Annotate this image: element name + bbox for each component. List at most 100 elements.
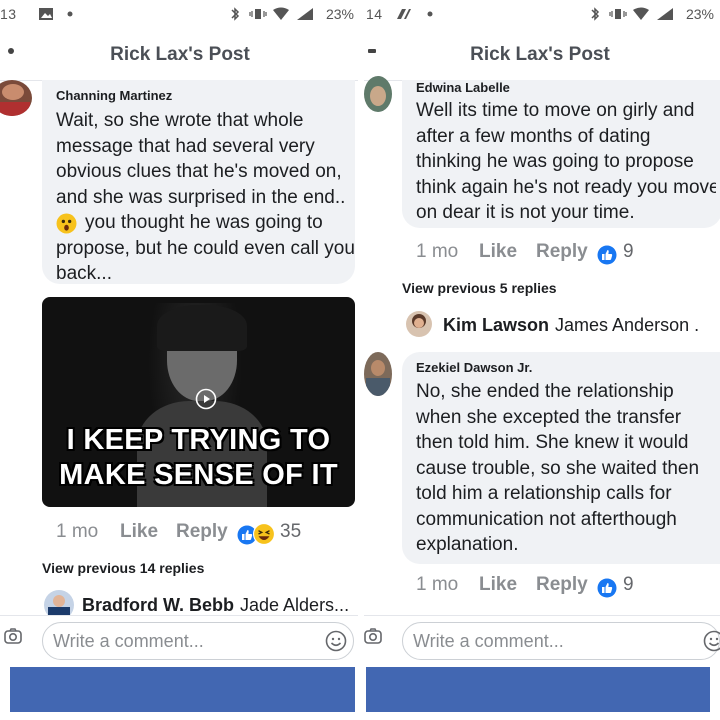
- comment-input[interactable]: Write a comment...: [402, 622, 720, 660]
- comment-line: after a few months of dating: [416, 125, 651, 147]
- gif-caption-line2: MAKE SENSE OF IT: [59, 459, 338, 491]
- comment-text: Wait, so she wrote that whole message th…: [56, 108, 355, 287]
- avatar[interactable]: [0, 80, 32, 116]
- status-bar: 14 23%: [360, 0, 720, 30]
- battery-percent: 23%: [685, 6, 714, 22]
- comment-age: 1 mo: [416, 574, 459, 595]
- bottom-brand-bar: [10, 667, 355, 712]
- bluetooth-icon: [231, 7, 240, 21]
- camera-icon[interactable]: [364, 628, 382, 644]
- comment-line: told him a relationship calls for: [416, 483, 672, 504]
- comment-input[interactable]: Write a comment...: [42, 622, 354, 660]
- comment-bubble[interactable]: Edwina Labelle Well its time to move on …: [402, 80, 720, 228]
- avatar[interactable]: [406, 311, 432, 337]
- comment-line: Wait, so she wrote that whole: [56, 110, 304, 131]
- page-title: Rick Lax's Post: [470, 44, 610, 65]
- play-icon[interactable]: [195, 388, 217, 410]
- emoji-icon[interactable]: [325, 630, 347, 652]
- bluetooth-icon: [591, 7, 600, 21]
- post-header: Rick Lax's Post: [0, 36, 360, 81]
- comment-age: 1 mo: [416, 241, 459, 262]
- gif-caption-line1: I KEEP TRYING TO: [66, 424, 331, 456]
- data-saver-icon: [397, 9, 411, 19]
- comment-line: you thought he was going to: [85, 212, 323, 233]
- avatar[interactable]: [364, 76, 392, 112]
- reply-button[interactable]: Reply: [176, 521, 228, 543]
- reply-author[interactable]: Bradford W. Bebb: [82, 595, 234, 615]
- page-title: Rick Lax's Post: [110, 44, 250, 65]
- wifi-icon: [273, 7, 289, 20]
- comment-line: communication not afterthough: [416, 508, 677, 530]
- reply-mention: James Anderson .: [555, 315, 700, 335]
- view-previous-replies[interactable]: View previous 5 replies: [402, 280, 557, 296]
- post-header: Rick Lax's Post: [360, 36, 720, 81]
- astonished-face-icon: [56, 213, 77, 234]
- comment-composer: Write a comment...: [0, 615, 360, 666]
- comment-line: thinking he was going to propose: [416, 151, 694, 172]
- comment-placeholder: Write a comment...: [53, 631, 204, 651]
- dot-icon: [427, 11, 433, 17]
- comment-line: propose, but he could even call you: [56, 237, 355, 259]
- reply-preview[interactable]: Bradford W. Bebb Jade Alders...: [82, 595, 352, 616]
- comment-actions: 1 mo Like Reply 9: [416, 241, 716, 267]
- dot-icon: [67, 11, 73, 17]
- comment-actions: 1 mo Like Reply 35: [56, 521, 356, 547]
- avatar[interactable]: [364, 352, 392, 396]
- panel-divider: [358, 0, 364, 720]
- comment-author[interactable]: Channing Martinez: [56, 88, 172, 103]
- status-time: 13: [0, 6, 17, 22]
- bottom-brand-bar: [366, 667, 710, 712]
- wifi-icon: [633, 7, 649, 20]
- reaction-count[interactable]: 35: [280, 521, 301, 543]
- comment-line: cause trouble, so she waited then: [416, 457, 700, 479]
- comment-line: then told him. She knew it would: [416, 432, 689, 453]
- reaction-count[interactable]: 9: [623, 241, 634, 263]
- like-reaction-icon: [597, 245, 617, 265]
- reply-button[interactable]: Reply: [536, 241, 588, 263]
- comment-line: Well its time to move on girly and: [416, 100, 695, 121]
- comment-bubble[interactable]: Channing Martinez Wait, so she wrote tha…: [42, 80, 355, 284]
- status-time: 14: [366, 6, 383, 22]
- comment-line: obvious clues that he's moved on,: [56, 161, 342, 182]
- comment-line: back...: [56, 263, 112, 284]
- comment-line: message that had several very: [56, 135, 315, 157]
- camera-icon[interactable]: [4, 628, 22, 644]
- comment-line: on dear it is not your time.: [416, 202, 635, 223]
- comment-line: think again he's not ready you move: [416, 176, 716, 198]
- reply-author[interactable]: Kim Lawson: [443, 315, 549, 335]
- comment-line-with-emoji: you thought he was going to: [56, 210, 355, 236]
- image-notification-icon: [39, 8, 53, 20]
- comment-line: and she was surprised in the end..: [56, 186, 346, 208]
- comment-age: 1 mo: [56, 521, 99, 542]
- gif-attachment[interactable]: I KEEP TRYING TO MAKE SENSE OF IT: [42, 297, 355, 507]
- like-button[interactable]: Like: [479, 241, 517, 263]
- battery-percent: 23%: [325, 6, 354, 22]
- vibrate-icon: [609, 9, 627, 19]
- comment-bubble[interactable]: Ezekiel Dawson Jr. No, she ended the rel…: [402, 352, 720, 564]
- emoji-icon[interactable]: [703, 630, 720, 652]
- left-screenshot: 13 23% Rick Lax's Post Channing Martinez…: [0, 0, 360, 720]
- comment-line: explanation.: [416, 534, 519, 555]
- comment-actions: 1 mo Like Reply 9: [416, 574, 716, 600]
- view-previous-replies[interactable]: View previous 14 replies: [42, 560, 204, 576]
- right-screenshot: 14 23% Rick Lax's Post Edwina Labelle We…: [360, 0, 720, 720]
- comment-text: No, she ended the relationship when she …: [416, 379, 699, 558]
- comment-composer: Write a comment...: [360, 615, 720, 666]
- comment-line: No, she ended the relationship: [416, 381, 674, 402]
- signal-icon: [657, 8, 673, 20]
- comment-author[interactable]: Ezekiel Dawson Jr.: [416, 360, 532, 375]
- haha-reaction-icon: [253, 523, 275, 545]
- reply-preview[interactable]: Kim Lawson James Anderson .: [443, 315, 718, 336]
- comment-line: when she excepted the transfer: [416, 406, 682, 428]
- vibrate-icon: [249, 9, 267, 19]
- comment-author[interactable]: Edwina Labelle: [416, 80, 510, 95]
- reply-button[interactable]: Reply: [536, 574, 588, 596]
- reaction-count[interactable]: 9: [623, 574, 634, 596]
- reply-mention: Jade Alders...: [240, 595, 350, 615]
- like-button[interactable]: Like: [120, 521, 158, 543]
- like-reaction-icon: [597, 578, 617, 598]
- signal-icon: [297, 8, 313, 20]
- status-bar: 13 23%: [0, 0, 360, 30]
- like-button[interactable]: Like: [479, 574, 517, 596]
- comment-placeholder: Write a comment...: [413, 631, 564, 651]
